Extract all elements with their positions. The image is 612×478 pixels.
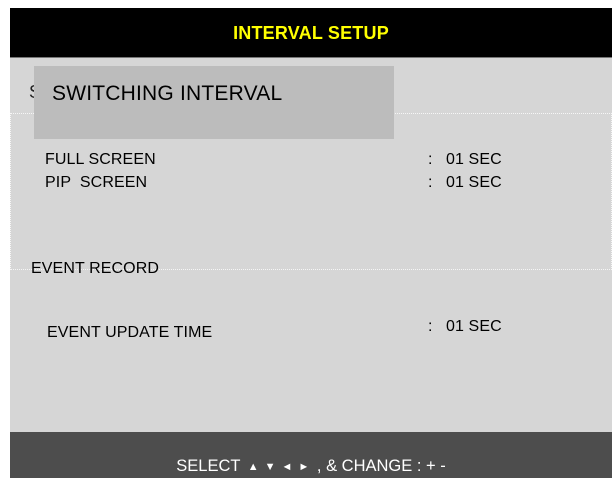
pip-screen-value[interactable]: 01 SEC — [446, 174, 502, 192]
left-arrow-icon: ◄ — [281, 461, 293, 473]
full-screen-label: FULL SCREEN — [45, 151, 156, 168]
osd-screen: INTERVAL SETUP S SWITCHING INTERVAL FULL… — [10, 8, 612, 478]
right-arrow-icon: ► — [298, 461, 310, 473]
pip-screen-separator: : — [428, 174, 433, 191]
up-arrow-icon: ▲ — [247, 461, 259, 473]
event-update-time-label: EVENT UPDATE TIME — [47, 324, 213, 341]
switching-interval-label: SWITCHING INTERVAL — [52, 82, 283, 105]
page-title: INTERVAL SETUP — [233, 23, 389, 43]
full-screen-value[interactable]: 01 SEC — [446, 151, 502, 169]
event-update-time-value[interactable]: 01 SEC — [446, 318, 502, 336]
event-update-time-separator: : — [428, 318, 433, 335]
change-label: , & CHANGE : + - — [316, 457, 446, 475]
event-record-heading: EVENT RECORD — [31, 260, 160, 277]
pip-screen-label: PIP SCREEN — [45, 174, 148, 191]
full-screen-separator: : — [428, 151, 433, 168]
select-label: SELECT — [176, 457, 241, 475]
footer-help: SELECT ▲ ▼ ◄ ► , & CHANGE : + - — [10, 457, 612, 476]
title-bar: INTERVAL SETUP — [10, 8, 612, 58]
down-arrow-icon: ▼ — [264, 461, 276, 473]
switching-interval-popup[interactable]: SWITCHING INTERVAL — [34, 66, 394, 139]
